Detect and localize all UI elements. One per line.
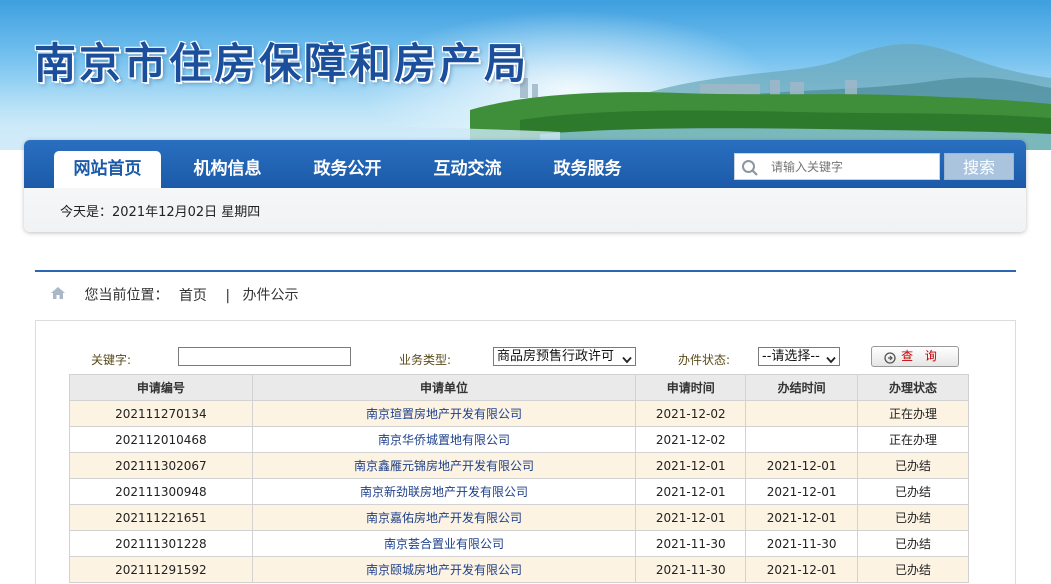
cell-apply-date: 2021-12-01 [635,504,747,531]
cell-status: 已办结 [857,478,969,505]
nav-item-services[interactable]: 政务服务 [534,151,641,188]
home-icon [50,286,66,305]
business-type-value: 商品房预售行政许可 [497,349,615,364]
breadcrumb-home-link[interactable]: 首页 [179,288,207,304]
table-row[interactable]: 202111301228 南京荟合置业有限公司 2021-11-30 2021-… [69,530,969,557]
cell-complete-date: 2021-12-01 [745,452,859,479]
cell-apply-date: 2021-12-01 [635,452,747,479]
col-header-status: 办理状态 [857,374,969,401]
cell-applicant-link[interactable]: 南京鑫雁元锦房地产开发有限公司 [251,452,637,479]
table-row[interactable]: 202111302067 南京鑫雁元锦房地产开发有限公司 2021-12-01 … [69,452,969,479]
search-icon [741,159,759,181]
cell-application-no: 202111291592 [69,556,253,583]
query-button-label: 查 询 [901,349,941,363]
results-table: 申请编号 申请单位 申请时间 办结时间 办理状态 202111270134 南京… [69,374,969,583]
cell-applicant-link[interactable]: 南京瑄置房地产开发有限公司 [251,400,637,427]
query-button[interactable]: 查 询 [871,346,959,367]
table-row[interactable]: 202112010468 南京华侨城置地有限公司 2021-12-02 正在办理 [69,426,969,453]
table-row[interactable]: 202111300948 南京新劲联房地产开发有限公司 2021-12-01 2… [69,478,969,505]
cell-complete-date [745,400,859,427]
cell-status: 已办结 [857,504,969,531]
header-banner: 南京市住房保障和房产局 [0,0,1051,150]
cell-apply-date: 2021-12-02 [635,400,747,427]
cell-application-no: 202111221651 [69,504,253,531]
table-row[interactable]: 202111270134 南京瑄置房地产开发有限公司 2021-12-02 正在… [69,400,969,427]
nav-item-interaction[interactable]: 互动交流 [414,151,521,188]
cell-application-no: 202111302067 [69,452,253,479]
col-header-apply-date: 申请时间 [635,374,747,401]
cell-apply-date: 2021-11-30 [635,556,747,583]
cell-apply-date: 2021-12-02 [635,426,747,453]
status-select[interactable]: --请选择-- [758,347,840,366]
cell-complete-date: 2021-11-30 [745,530,859,557]
pointer-hand-icon [884,351,896,370]
cell-complete-date: 2021-12-01 [745,504,859,531]
nav-item-home[interactable]: 网站首页 [54,151,161,188]
cell-apply-date: 2021-12-01 [635,478,747,505]
cell-applicant-link[interactable]: 南京嘉佑房地产开发有限公司 [251,504,637,531]
business-type-select[interactable]: 商品房预售行政许可 [493,347,636,366]
breadcrumb-separator: | [225,287,231,304]
business-type-label: 业务类型: [399,353,452,367]
today-date: 今天是：2021年12月02日 星期四 [60,205,261,220]
col-header-application-no: 申请编号 [69,374,253,401]
col-header-complete-date: 办结时间 [745,374,859,401]
keyword-input[interactable] [178,347,351,366]
cell-applicant-link[interactable]: 南京新劲联房地产开发有限公司 [251,478,637,505]
cell-applicant-link[interactable]: 南京荟合置业有限公司 [251,530,637,557]
table-row[interactable]: 202111291592 南京颐城房地产开发有限公司 2021-11-30 20… [69,556,969,583]
search-box [734,153,940,180]
site-title: 南京市住房保障和房产局 [34,39,530,88]
table-row[interactable]: 202111221651 南京嘉佑房地产开发有限公司 2021-12-01 20… [69,504,969,531]
search-button[interactable]: 搜索 [944,153,1014,180]
cell-applicant-link[interactable]: 南京华侨城置地有限公司 [251,426,637,453]
cell-status: 已办结 [857,556,969,583]
cell-application-no: 202111300948 [69,478,253,505]
cell-status: 正在办理 [857,400,969,427]
keyword-label: 关键字: [91,353,132,367]
divider [35,270,1016,272]
nav-panel: 网站首页 机构信息 政务公开 互动交流 政务服务 搜索 今天是：2021年12月… [24,140,1026,232]
cell-complete-date: 2021-12-01 [745,556,859,583]
breadcrumb: 您当前位置： 首页 | 办件公示 [50,286,299,304]
nav-item-public-affairs[interactable]: 政务公开 [294,151,401,188]
chevron-down-icon [826,352,836,369]
breadcrumb-prefix: 您当前位置： [84,287,169,304]
status-label: 办件状态: [678,353,731,367]
cell-apply-date: 2021-11-30 [635,530,747,557]
search-input[interactable] [771,157,931,177]
cell-status: 已办结 [857,530,969,557]
cell-application-no: 202112010468 [69,426,253,453]
breadcrumb-current: 办件公示 [242,287,299,304]
cell-application-no: 202111270134 [69,400,253,427]
cell-status: 已办结 [857,452,969,479]
status-value: --请选择-- [762,349,820,364]
nav-item-organization[interactable]: 机构信息 [174,151,281,188]
cell-complete-date: 2021-12-01 [745,478,859,505]
table-header-row: 申请编号 申请单位 申请时间 办结时间 办理状态 [69,374,969,401]
cell-complete-date [745,426,859,453]
col-header-applicant: 申请单位 [251,374,637,401]
cell-status: 正在办理 [857,426,969,453]
main-nav: 网站首页 机构信息 政务公开 互动交流 政务服务 搜索 [24,140,1026,188]
cell-application-no: 202111301228 [69,530,253,557]
cell-applicant-link[interactable]: 南京颐城房地产开发有限公司 [251,556,637,583]
chevron-down-icon [622,352,632,369]
